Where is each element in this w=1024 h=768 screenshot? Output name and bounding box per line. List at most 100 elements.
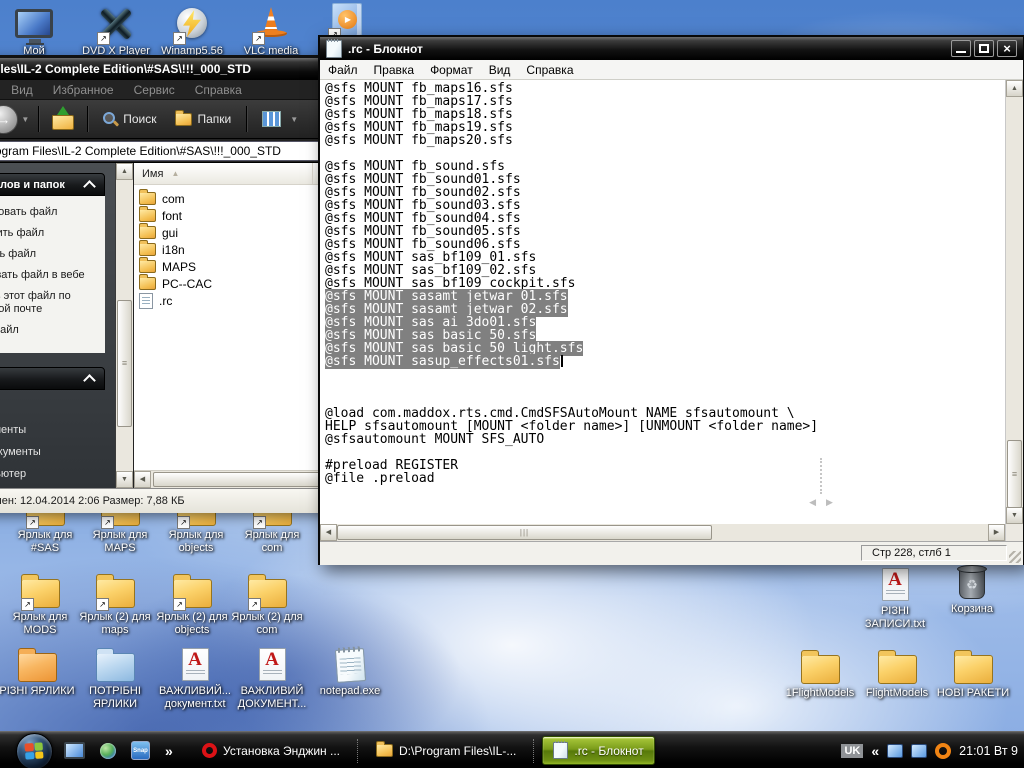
scroll-up-icon[interactable]: ▲	[1006, 80, 1023, 97]
desktop-icon[interactable]: notepad.exe	[308, 646, 392, 698]
views-button[interactable]: ▼	[253, 104, 310, 134]
notepad-icon	[553, 741, 569, 759]
task-link[interactable]: Переименовать файл	[0, 206, 101, 219]
notepad-text-area[interactable]: @sfs MOUNT fb_maps16.sfs @sfs MOUNT fb_ma…	[320, 80, 1005, 524]
task-button[interactable]: .rc - Блокнот	[542, 736, 655, 765]
menu-item[interactable]: Избранное	[43, 83, 124, 97]
folder-icon	[52, 115, 75, 130]
desktop-icon[interactable]: РІЗНІ ЯРЛИКИ	[0, 646, 79, 698]
other-places-header[interactable]: Другие места	[0, 367, 105, 390]
snap-icon[interactable]: Snap	[131, 741, 150, 760]
explorer-status-text: Изменен: 12.04.2014 2:06 Размер: 7,88 КБ	[0, 495, 185, 507]
minimize-button[interactable]	[951, 40, 971, 57]
scrollbar-thumb[interactable]: ≡	[117, 300, 132, 427]
desktop-icon[interactable]: ПОТРІБНІ ЯРЛИКИ	[73, 646, 157, 711]
shortcut-arrow-icon	[177, 516, 190, 529]
language-indicator[interactable]: UK	[841, 743, 864, 758]
place-link[interactable]: Общие документы	[0, 446, 101, 459]
text-line: @sfsautomount MOUNT SFS_AUTO	[325, 433, 1005, 446]
menu-item[interactable]: Формат	[422, 63, 481, 77]
desktop-icon[interactable]: Ярлык (2) для com	[225, 572, 309, 637]
document-icon	[249, 646, 295, 684]
desktop-icon[interactable]: VLC media	[229, 6, 313, 58]
shortcut-arrow-icon	[26, 516, 39, 529]
place-link[interactable]: Мои документы	[0, 424, 101, 437]
notepad-hscroll-row: ◀ ||| ▶	[320, 524, 1023, 541]
scrollbar-thumb[interactable]: |||	[337, 525, 712, 540]
scroll-left-icon[interactable]: ◀	[320, 524, 337, 541]
task-link[interactable]: Копировать файл	[0, 248, 101, 261]
scroll-down-icon[interactable]: ▼	[116, 471, 133, 488]
task-pane-scrollbar[interactable]: ▲ ≡ ▼	[115, 163, 133, 488]
start-button[interactable]	[16, 733, 53, 768]
menu-item[interactable]: Вид	[1, 83, 43, 97]
scrollbar-track[interactable]: |||	[337, 524, 988, 541]
scrollbar-thumb[interactable]: ≡	[1007, 440, 1022, 508]
menu-item[interactable]: Справка	[185, 83, 252, 97]
my-computer-glyph	[15, 9, 53, 38]
desktop-icon[interactable]: Ярлык (2) для maps	[73, 572, 157, 637]
menu-item[interactable]: Вид	[481, 63, 519, 77]
task-button[interactable]: Установка Энджин ...	[192, 737, 350, 764]
notepad-vscrollbar[interactable]: ▲ ≡ ▼	[1005, 80, 1023, 524]
notepad-titlebar[interactable]: .rc - Блокнот	[320, 37, 1023, 60]
document-glyph	[258, 648, 286, 681]
desktop-icon[interactable]: Корзина	[930, 564, 1014, 616]
scrollbar-track[interactable]: ≡	[116, 180, 133, 471]
desktop-icon[interactable]: Winamp5.56	[150, 6, 234, 58]
place-link[interactable]: Мой компьютер	[0, 468, 101, 481]
up-folder-button[interactable]	[48, 106, 78, 132]
notepad-hscrollbar[interactable]: ◀ ||| ▶	[320, 524, 1005, 541]
task-link[interactable]: Отправить этот файл по электронной почте	[0, 290, 101, 316]
scroll-down-icon[interactable]: ▼	[1006, 507, 1023, 524]
folder-icon	[17, 572, 63, 611]
scroll-right-icon[interactable]: ▶	[988, 524, 1005, 541]
scroll-up-icon[interactable]: ▲	[116, 163, 133, 180]
maximize-button[interactable]	[974, 40, 994, 57]
close-button[interactable]	[997, 40, 1017, 57]
quick-launch-overflow-chevron[interactable]: »	[165, 743, 173, 759]
menu-item[interactable]: Справка	[518, 63, 581, 77]
menu-item[interactable]: Сервис	[124, 83, 185, 97]
menu-item[interactable]: Правка	[366, 63, 423, 77]
shortcut-arrow-icon	[101, 516, 114, 529]
file-tasks-header[interactable]: Задачи для файлов и папок	[0, 173, 105, 196]
desktop-icon-label: Ярлык для objects	[168, 529, 224, 554]
folders-button[interactable]: Папки	[166, 104, 241, 134]
desktop-icon[interactable]: Ярлык (2) для objects	[150, 572, 234, 637]
column-header-name[interactable]: Имя ▲	[134, 163, 313, 184]
scrollbar-track[interactable]: ≡	[1006, 97, 1023, 508]
forward-button[interactable]: →	[0, 104, 19, 134]
task-link[interactable]: Удалить файл	[0, 324, 101, 337]
menu-item[interactable]: Файл	[320, 63, 366, 77]
scroll-left-icon[interactable]: ◀	[134, 471, 151, 488]
network-icon[interactable]	[887, 743, 904, 758]
search-button[interactable]: Поиск	[94, 104, 165, 134]
show-desktop-icon[interactable]	[64, 742, 85, 759]
desktop-icon[interactable]: FlightModels	[855, 648, 939, 700]
desktop-icon[interactable]: НОВІ РАКЕТИ	[931, 648, 1015, 700]
desktop-icon[interactable]: 1FlightModels	[778, 648, 862, 700]
collapse-chevron-icon	[83, 180, 96, 193]
text-caret	[560, 355, 563, 367]
globe-icon[interactable]	[100, 742, 116, 759]
resize-grip[interactable]	[1009, 551, 1021, 563]
folder-icon	[169, 572, 215, 611]
desktop-icon-label: Ярлык для MAPS	[92, 529, 148, 554]
recycle-bin-glyph	[957, 565, 987, 599]
tray-app-icon[interactable]	[935, 742, 952, 759]
notepad-icon	[327, 646, 373, 684]
folder-icon	[139, 274, 156, 290]
desktop-icon[interactable]: РІЗНІ ЗАПИСИ.txt	[853, 566, 937, 631]
desktop-icon[interactable]: ВАЖЛИВИЙ... документ.txt	[153, 646, 237, 711]
desktop-icon[interactable]: Мой	[0, 6, 76, 58]
network-icon[interactable]	[911, 743, 928, 758]
desktop-icon[interactable]: DVD X Player	[74, 6, 158, 58]
desktop-icon[interactable]: ВАЖЛИВИЙ ДОКУМЕНТ...	[230, 646, 314, 711]
tray-collapse-chevron[interactable]: «	[871, 743, 879, 759]
task-link[interactable]: Переместить файл	[0, 227, 101, 240]
task-button[interactable]: D:\Program Files\IL-...	[366, 737, 526, 764]
forward-dropdown-icon[interactable]: ▼	[18, 115, 32, 124]
desktop-icon[interactable]: Ярлык для MODS	[0, 572, 82, 637]
task-link[interactable]: Опубликовать файл в вебе	[0, 269, 101, 282]
